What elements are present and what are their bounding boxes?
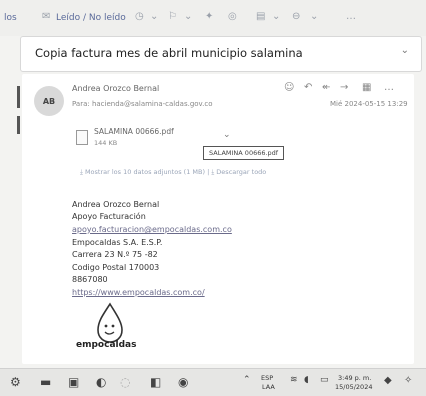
store-icon[interactable]: ▣ [68,375,79,389]
outlook-icon[interactable]: ◧ [150,375,161,389]
bell-icon[interactable]: ◆ [384,375,392,386]
signature-email-link[interactable]: apoyo.facturacion@empocaldas.com.co [72,225,232,234]
toolbar-left-label: los [4,13,17,23]
language-indicator[interactable]: ESP [261,374,273,382]
company-logo: empocaldas [76,302,140,352]
taskbar: ⚙ ▬ ▣ ◐ ◌ ◧ ◉ ⌃ ESP LAA ≋ ◖ ▭ 3:49 p. m.… [0,368,426,396]
left-divider [17,116,20,134]
attachments-actions: ⤓ Mostrar los 10 datos adjuntos (1 MB) |… [80,168,266,177]
copilot-icon[interactable]: ✧ [404,375,412,386]
envelope-icon[interactable]: ✉ [42,11,50,22]
edge-icon[interactable]: ◐ [96,375,106,389]
wifi-icon[interactable]: ≋ [290,375,298,385]
signature-line: Empocaldas S.A. E.S.P. [72,238,163,247]
reply-icon[interactable]: ↶ [304,82,312,93]
logo-wordmark: empocaldas [76,340,137,350]
chevron-down-icon[interactable]: ⌄ [272,11,280,22]
avatar[interactable]: AB [34,86,64,116]
flag-icon[interactable]: ⚐ [168,11,177,22]
chevron-up-icon[interactable]: ⌃ [243,375,251,385]
signature-line: 8867080 [72,275,108,284]
read-unread-button[interactable]: Leído / No leído [56,13,126,23]
more-icon[interactable]: … [346,11,356,22]
clock-time[interactable]: 3:49 p. m. [338,374,371,382]
attachment-card[interactable]: SALAMINA 00666.pdf 144 KB [72,124,212,154]
calendar-icon[interactable]: ▦ [362,82,371,93]
smiley-icon[interactable]: ☺ [284,82,294,93]
rules-icon[interactable]: ⊖ [292,11,300,22]
app-icon[interactable]: ◌ [120,375,130,389]
sender-name[interactable]: Andrea Orozco Bernal [72,84,159,93]
settings-icon[interactable]: ⚙ [10,375,21,389]
chevron-down-icon[interactable]: ⌄ [401,45,409,56]
toolbar: los ✉ Leído / No leído ◷ ⌄ ⚐ ⌄ ✦ ◎ ▤ ⌄ ⊖… [0,0,426,36]
attachment-size: 144 KB [94,139,118,147]
reply-all-icon[interactable]: ↞ [322,82,330,93]
battery-icon[interactable]: ▭ [320,375,329,385]
signature-line: Carrera 23 N.º 75 -82 [72,250,158,259]
email-subject: Copia factura mes de abril municipio sal… [35,46,303,60]
show-attachments-link[interactable]: Mostrar los 10 datos adjuntos (1 MB) [85,168,205,176]
signature-website-link[interactable]: https://www.empocaldas.com.co/ [72,288,205,297]
signature-line: Andrea Orozco Bernal [72,200,160,209]
signature-line: Codigo Postal 170003 [72,263,160,272]
left-divider [17,86,20,108]
forward-icon[interactable]: → [340,82,348,93]
archive-icon[interactable]: ▤ [256,11,265,22]
email-date: Mié 2024-05-15 13:29 [330,100,408,108]
keyboard-layout[interactable]: LAA [262,383,275,391]
file-explorer-icon[interactable]: ▬ [40,375,51,389]
volume-icon[interactable]: ◖ [304,375,309,385]
recipient-line: Para: hacienda@salamina-caldas.gov.co [72,100,213,108]
chevron-down-icon[interactable]: ⌄ [184,11,192,22]
chevron-down-icon[interactable]: ⌄ [223,130,231,140]
chevron-down-icon[interactable]: ⌄ [150,11,158,22]
clock-date[interactable]: 15/05/2024 [335,383,372,391]
signature-line: Apoyo Facturación [72,212,146,221]
more-icon[interactable]: … [384,82,394,93]
pdf-icon [76,130,88,145]
attachment-name: SALAMINA 00666.pdf [94,127,174,136]
move-icon[interactable]: ◎ [228,11,237,22]
pin-icon[interactable]: ✦ [205,11,213,22]
chrome-icon[interactable]: ◉ [178,375,188,389]
download-all-link[interactable]: Descargar todo [216,168,266,176]
email-card: AB Andrea Orozco Bernal Para: hacienda@s… [22,74,414,364]
attachment-tooltip: SALAMINA 00666.pdf [203,146,285,160]
subject-bar: Copia factura mes de abril municipio sal… [20,36,422,72]
clock-icon[interactable]: ◷ [135,11,144,22]
chevron-down-icon[interactable]: ⌄ [310,11,318,22]
